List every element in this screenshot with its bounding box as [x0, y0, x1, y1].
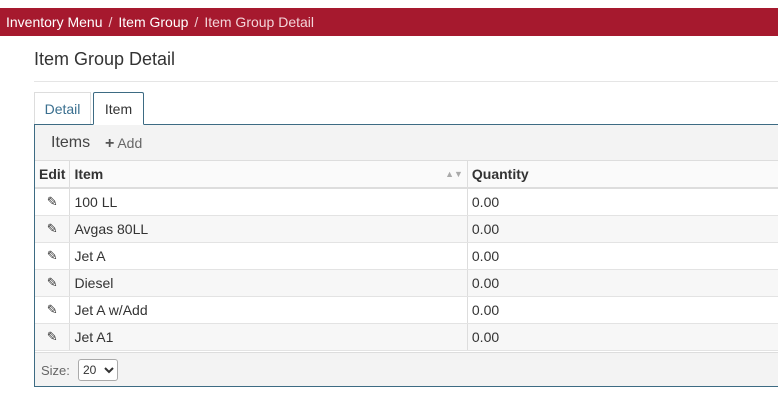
item-cell: 100 LL	[69, 188, 468, 216]
quantity-cell: 0.00	[467, 323, 778, 351]
add-button-label: Add	[117, 135, 143, 151]
item-cell: Avgas 80LL	[69, 215, 468, 243]
pencil-icon[interactable]: ✎	[39, 221, 65, 237]
items-table: Edit Item ▲▼ Quantity ✎ 100 LL 0.00 ✎ Avg…	[35, 161, 778, 351]
edit-cell: ✎	[35, 323, 71, 351]
table-row: ✎ Diesel 0.00	[35, 269, 778, 297]
quantity-cell: 0.00	[467, 269, 778, 297]
pager: Size: 20	[35, 352, 778, 386]
item-cell: Diesel	[69, 269, 468, 297]
item-cell: Jet A w/Add	[69, 296, 468, 324]
edit-cell: ✎	[35, 188, 71, 216]
table-row: ✎ Jet A w/Add 0.00	[35, 296, 778, 324]
page-size-label: Size:	[41, 363, 70, 378]
tab-bar: Detail Item	[34, 92, 778, 125]
item-cell: Jet A1	[69, 323, 468, 351]
pencil-icon[interactable]: ✎	[39, 275, 65, 291]
column-header-edit: Edit	[35, 161, 71, 189]
edit-cell: ✎	[35, 269, 71, 297]
edit-cell: ✎	[35, 215, 71, 243]
pencil-icon[interactable]: ✎	[39, 194, 65, 210]
title-divider	[34, 81, 778, 82]
tab-item[interactable]: Item	[93, 92, 144, 125]
breadcrumb: Inventory Menu / Item Group / Item Group…	[0, 8, 778, 36]
table-header-row: Edit Item ▲▼ Quantity	[35, 161, 778, 189]
breadcrumb-current: Item Group Detail	[204, 14, 315, 30]
panel-title: Items	[51, 134, 91, 151]
items-panel: Items + Add Edit Item ▲▼ Quantity ✎ 100 LL…	[34, 124, 778, 387]
column-header-item[interactable]: Item ▲▼	[69, 161, 468, 189]
table-row: ✎ Avgas 80LL 0.00	[35, 215, 778, 243]
page-title: Item Group Detail	[34, 49, 176, 69]
quantity-cell: 0.00	[467, 215, 778, 243]
edit-cell: ✎	[35, 242, 71, 270]
table-row: ✎ 100 LL 0.00	[35, 188, 778, 216]
plus-icon: +	[105, 135, 115, 152]
quantity-cell: 0.00	[467, 188, 778, 216]
column-header-item-label: Item	[74, 166, 104, 182]
breadcrumb-separator: /	[108, 14, 113, 30]
item-cell: Jet A	[69, 242, 468, 270]
page-size-select[interactable]: 20	[78, 359, 118, 381]
column-header-quantity[interactable]: Quantity	[467, 161, 778, 189]
tab-detail[interactable]: Detail	[34, 92, 91, 124]
breadcrumb-item-group[interactable]: Item Group	[118, 14, 188, 30]
breadcrumb-inventory-menu[interactable]: Inventory Menu	[6, 14, 103, 30]
table-row: ✎ Jet A 0.00	[35, 242, 778, 270]
pencil-icon[interactable]: ✎	[39, 248, 65, 264]
quantity-cell: 0.00	[467, 242, 778, 270]
quantity-cell: 0.00	[467, 296, 778, 324]
add-button[interactable]: + Add	[105, 135, 142, 153]
edit-cell: ✎	[35, 296, 71, 324]
table-row: ✎ Jet A1 0.00	[35, 323, 778, 351]
breadcrumb-separator: /	[194, 14, 199, 30]
panel-header: Items + Add	[35, 125, 778, 161]
pencil-icon[interactable]: ✎	[39, 302, 65, 318]
sort-icon[interactable]: ▲▼	[445, 169, 463, 179]
pencil-icon[interactable]: ✎	[39, 329, 65, 345]
